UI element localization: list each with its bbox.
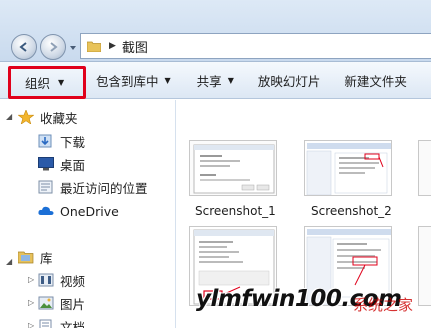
chevron-down-icon: ▼ bbox=[164, 76, 171, 85]
nav-item-label: OneDrive bbox=[60, 203, 119, 219]
nav-item-recent-places[interactable]: 最近访问的位置 bbox=[38, 176, 148, 198]
nav-item-label: 文档 bbox=[60, 319, 86, 328]
expand-videos-icon[interactable]: ▷ bbox=[28, 275, 34, 284]
chevron-down-icon: ▼ bbox=[58, 78, 65, 87]
forward-button[interactable] bbox=[40, 34, 66, 60]
share-button[interactable]: 共享 ▼ bbox=[189, 68, 242, 94]
file-thumbnail[interactable] bbox=[304, 140, 392, 196]
slideshow-button[interactable]: 放映幻灯片 bbox=[250, 68, 329, 94]
back-arrow-icon bbox=[19, 42, 27, 52]
recent-places-icon bbox=[38, 180, 53, 194]
download-folder-icon bbox=[38, 134, 52, 148]
expand-documents-icon[interactable]: ▷ bbox=[28, 321, 34, 328]
organize-button[interactable]: 组织 ▼ bbox=[8, 66, 86, 99]
desktop-icon bbox=[38, 157, 54, 171]
nav-item-pictures[interactable]: 图片 bbox=[38, 292, 85, 314]
include-in-library-label: 包含到库中 bbox=[96, 74, 159, 89]
nav-item-label: 库 bbox=[40, 250, 53, 266]
nav-item-label: 最近访问的位置 bbox=[60, 180, 148, 196]
screenshot-thumbnail-image bbox=[190, 141, 276, 195]
nav-item-desktop[interactable]: 桌面 bbox=[38, 153, 85, 175]
file-thumbnail[interactable] bbox=[418, 226, 431, 306]
file-name[interactable]: Screenshot_2 bbox=[311, 204, 392, 218]
navigation-pane: ◢ 收藏夹 下载 桌面 最近访问的位置 OneDrive ◢ 库 ▷ 视频 ▷ … bbox=[0, 100, 176, 328]
forward-arrow-icon bbox=[50, 42, 58, 52]
expand-pictures-icon[interactable]: ▷ bbox=[28, 298, 34, 307]
pictures-folder-icon bbox=[38, 296, 54, 310]
nav-item-label: 下载 bbox=[60, 134, 86, 150]
breadcrumb-current[interactable]: 截图 bbox=[122, 37, 148, 56]
cloud-icon bbox=[38, 206, 54, 215]
file-thumbnail[interactable] bbox=[418, 140, 431, 196]
nav-item-favorites[interactable]: 收藏夹 bbox=[18, 106, 78, 128]
back-button[interactable] bbox=[11, 34, 37, 60]
nav-item-libraries[interactable]: 库 bbox=[18, 246, 53, 268]
screenshot-thumbnail-image bbox=[305, 141, 391, 195]
command-group: 包含到库中 ▼ 共享 ▼ 放映幻灯片 新建文件夹 bbox=[88, 62, 415, 99]
documents-folder-icon bbox=[39, 319, 52, 328]
share-label: 共享 bbox=[196, 74, 222, 89]
nav-item-videos[interactable]: 视频 bbox=[38, 269, 85, 291]
organize-label: 组织 bbox=[25, 76, 51, 91]
file-thumbnail[interactable] bbox=[189, 140, 277, 196]
library-icon bbox=[18, 251, 34, 264]
expand-favorites-icon[interactable]: ◢ bbox=[6, 112, 12, 121]
breadcrumb-separator-icon[interactable]: ▶ bbox=[109, 41, 116, 51]
watermark-cn: 系统之家 bbox=[353, 296, 414, 314]
nav-item-downloads[interactable]: 下载 bbox=[38, 130, 85, 152]
chevron-down-icon: ▼ bbox=[227, 76, 234, 85]
include-in-library-button[interactable]: 包含到库中 ▼ bbox=[88, 68, 179, 94]
address-field[interactable]: ▶ 截图 bbox=[80, 33, 431, 59]
address-region: ▶ 截图 bbox=[0, 0, 431, 62]
nav-item-onedrive[interactable]: OneDrive bbox=[38, 200, 119, 222]
nav-item-label: 收藏夹 bbox=[40, 110, 78, 126]
file-name[interactable]: Screenshot_1 bbox=[195, 204, 276, 218]
folder-icon bbox=[87, 41, 101, 52]
star-icon bbox=[18, 110, 34, 124]
new-folder-label: 新建文件夹 bbox=[344, 74, 407, 89]
nav-item-documents[interactable]: 文档 bbox=[38, 315, 85, 328]
expand-libraries-icon[interactable]: ◢ bbox=[6, 257, 12, 266]
video-folder-icon bbox=[38, 273, 54, 287]
new-folder-button[interactable]: 新建文件夹 bbox=[336, 68, 415, 94]
recent-pages-chevron-icon[interactable] bbox=[68, 43, 78, 53]
slideshow-label: 放映幻灯片 bbox=[257, 74, 321, 89]
nav-item-label: 桌面 bbox=[60, 157, 86, 173]
nav-item-label: 图片 bbox=[60, 296, 86, 312]
nav-item-label: 视频 bbox=[60, 273, 86, 289]
